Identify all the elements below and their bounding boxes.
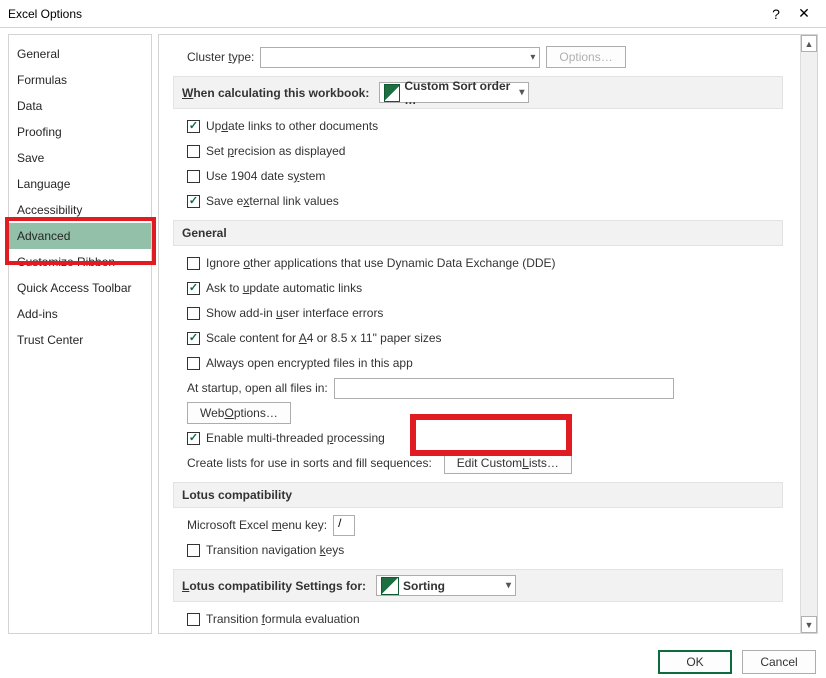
cluster-options-button: Options… <box>546 46 625 68</box>
category-sidebar: General Formulas Data Proofing Save Lang… <box>8 34 152 634</box>
ignore-dde-label: Ignore other applications that use Dynam… <box>206 256 556 270</box>
startup-label: At startup, open all files in: <box>187 381 328 395</box>
titlebar: Excel Options ? ✕ <box>0 0 826 28</box>
scroll-up-arrow-icon[interactable]: ▲ <box>801 35 817 52</box>
vertical-scrollbar[interactable]: ▲ ▼ <box>800 35 817 633</box>
general-header: General <box>173 220 783 246</box>
update-links-label: Update links to other documents <box>206 119 378 133</box>
transition-nav-checkbox[interactable] <box>187 544 200 557</box>
set-precision-checkbox[interactable] <box>187 145 200 158</box>
sidebar-item-data[interactable]: Data <box>9 93 151 119</box>
update-links-checkbox[interactable] <box>187 120 200 133</box>
lotus-sheet-combo[interactable]: Sorting <box>376 575 516 596</box>
close-icon[interactable]: ✕ <box>790 5 818 22</box>
scroll-down-arrow-icon[interactable]: ▼ <box>801 616 817 633</box>
always-open-enc-label: Always open encrypted files in this app <box>206 356 413 370</box>
lotus-compat-header: Lotus compatibility <box>173 482 783 508</box>
create-lists-label: Create lists for use in sorts and fill s… <box>187 456 432 470</box>
cluster-type-combo[interactable] <box>260 47 540 68</box>
enable-multi-label: Enable multi-threaded processing <box>206 431 385 445</box>
sidebar-item-general[interactable]: General <box>9 41 151 67</box>
settings-panel: Cluster type: Options… When calculating … <box>158 34 818 634</box>
dialog-title: Excel Options <box>8 7 82 21</box>
help-icon[interactable]: ? <box>762 6 790 22</box>
startup-path-input[interactable] <box>334 378 674 399</box>
ask-update-checkbox[interactable] <box>187 282 200 295</box>
set-precision-label: Set precision as displayed <box>206 144 345 158</box>
cluster-type-label: Cluster type: <box>187 50 254 64</box>
sidebar-item-addins[interactable]: Add-ins <box>9 301 151 327</box>
transition-formula-eval-checkbox[interactable] <box>187 613 200 626</box>
sidebar-item-quick-access[interactable]: Quick Access Toolbar <box>9 275 151 301</box>
sidebar-item-save[interactable]: Save <box>9 145 151 171</box>
sidebar-item-advanced[interactable]: Advanced <box>9 223 151 249</box>
enable-multi-checkbox[interactable] <box>187 432 200 445</box>
sidebar-item-accessibility[interactable]: Accessibility <box>9 197 151 223</box>
use-1904-checkbox[interactable] <box>187 170 200 183</box>
ok-button[interactable]: OK <box>658 650 732 674</box>
calc-workbook-header: When calculating this workbook: Custom S… <box>173 76 783 109</box>
menu-key-label: Microsoft Excel menu key: <box>187 518 327 532</box>
cluster-type-row: Cluster type: Options… <box>173 46 783 68</box>
edit-custom-lists-button[interactable]: Edit Custom Lists… <box>444 452 572 474</box>
lotus-settings-header: Lotus compatibility Settings for: Sortin… <box>173 569 783 602</box>
transition-nav-label: Transition navigation keys <box>206 543 344 557</box>
dialog-footer: OK Cancel <box>658 650 816 674</box>
sidebar-item-trust-center[interactable]: Trust Center <box>9 327 151 353</box>
ignore-dde-checkbox[interactable] <box>187 257 200 270</box>
save-external-label: Save external link values <box>206 194 339 208</box>
cancel-button[interactable]: Cancel <box>742 650 816 674</box>
sidebar-item-formulas[interactable]: Formulas <box>9 67 151 93</box>
save-external-checkbox[interactable] <box>187 195 200 208</box>
scale-content-checkbox[interactable] <box>187 332 200 345</box>
use-1904-label: Use 1904 date system <box>206 169 325 183</box>
menu-key-input[interactable]: / <box>333 515 355 536</box>
show-addin-err-checkbox[interactable] <box>187 307 200 320</box>
always-open-enc-checkbox[interactable] <box>187 357 200 370</box>
show-addin-err-label: Show add-in user interface errors <box>206 306 383 320</box>
sidebar-item-language[interactable]: Language <box>9 171 151 197</box>
web-options-button[interactable]: Web Options… <box>187 402 291 424</box>
transition-formula-eval-label: Transition formula evaluation <box>206 612 360 626</box>
scale-content-label: Scale content for A4 or 8.5 x 11" paper … <box>206 331 442 345</box>
workbook-combo[interactable]: Custom Sort order … <box>379 82 529 103</box>
sidebar-item-proofing[interactable]: Proofing <box>9 119 151 145</box>
sidebar-item-customize-ribbon[interactable]: Customize Ribbon <box>9 249 151 275</box>
ask-update-label: Ask to update automatic links <box>206 281 362 295</box>
